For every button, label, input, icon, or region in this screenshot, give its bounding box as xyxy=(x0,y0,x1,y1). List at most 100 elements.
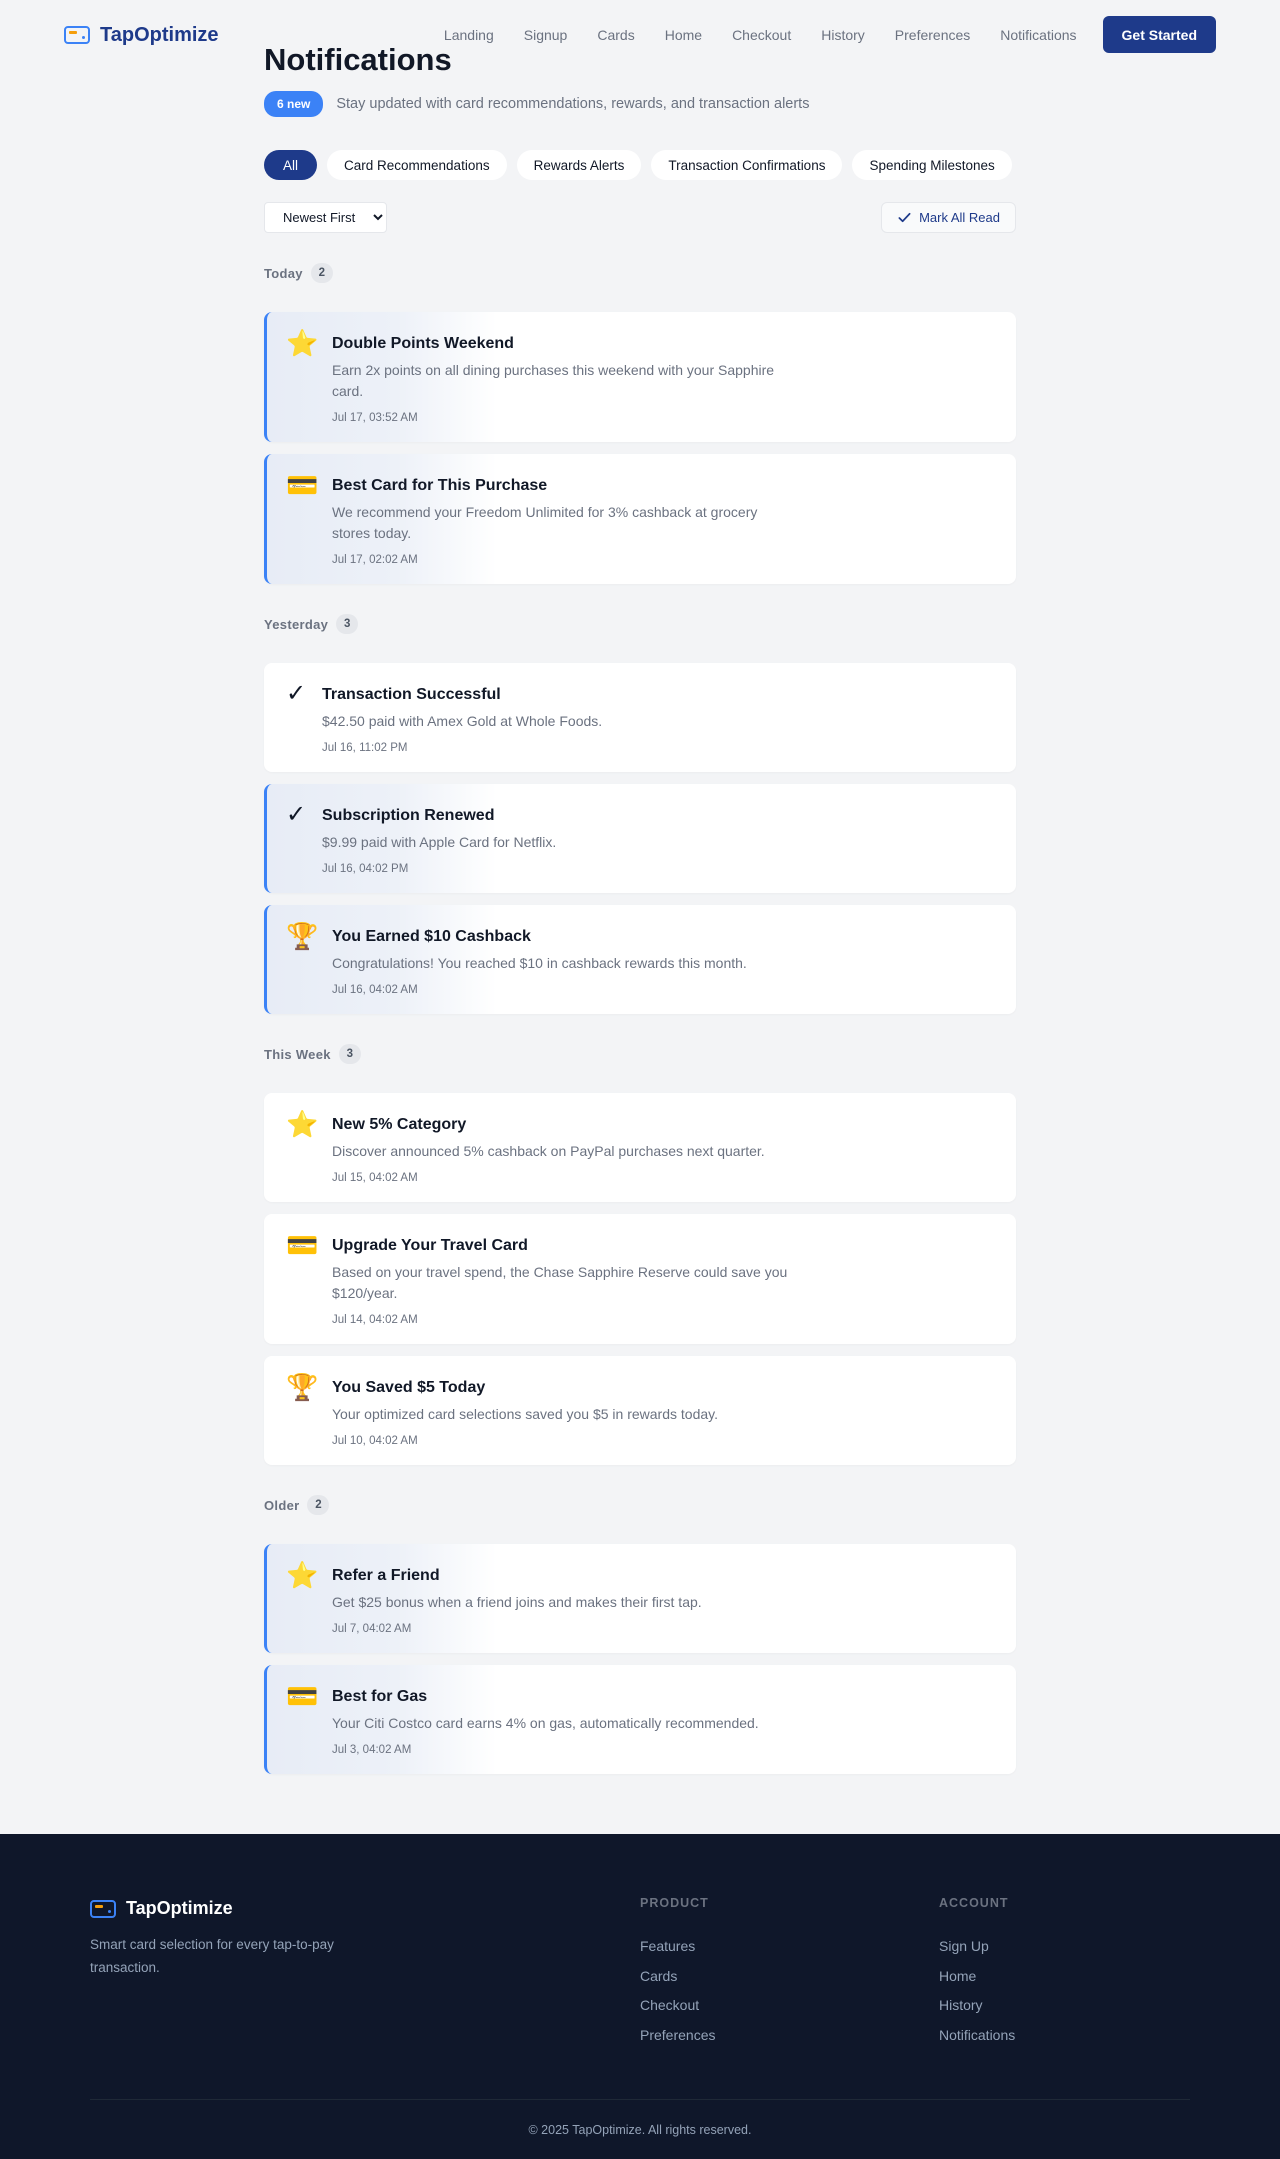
checkmark-icon: ✓ xyxy=(286,801,307,828)
footer-link-preferences[interactable]: Preferences xyxy=(640,2027,715,2043)
footer-link-home[interactable]: Home xyxy=(939,1968,1015,1984)
footer-brand-name: TapOptimize xyxy=(126,1898,233,1918)
brand-name: TapOptimize xyxy=(100,23,219,46)
notification-message: Congratulations! You reached $10 in cash… xyxy=(332,955,747,971)
nav-link-signup[interactable]: Signup xyxy=(524,27,568,43)
filter-chip-spending-milestones[interactable]: Spending Milestones xyxy=(852,150,1012,180)
notification-timestamp: Jul 3, 04:02 AM xyxy=(332,1744,412,1756)
group-count-badge: 2 xyxy=(310,263,333,283)
notification-timestamp: Jul 17, 02:02 AM xyxy=(332,554,418,566)
mark-all-read-button[interactable]: Mark All Read xyxy=(881,202,1016,233)
notification-card[interactable]: ✓ Transaction Successful $42.50 paid with … xyxy=(264,663,1016,772)
nav-link-cards[interactable]: Cards xyxy=(597,27,634,43)
notification-message: Get $25 bonus when a friend joins and ma… xyxy=(332,1594,702,1610)
notification-timestamp: Jul 16, 11:02 PM xyxy=(322,742,408,754)
notification-message: $42.50 paid with Amex Gold at Whole Food… xyxy=(322,713,603,729)
notification-title: You Earned $10 Cashback xyxy=(332,928,531,945)
footer-link-cards[interactable]: Cards xyxy=(640,1968,715,1984)
main-nav: Landing Signup Cards Home Checkout Histo… xyxy=(444,16,1216,53)
group-count-badge: 2 xyxy=(307,1495,330,1515)
notification-card[interactable]: ⭐ Double Points Weekend Earn 2x points on … xyxy=(264,312,1016,442)
trophy-icon: 🏆 xyxy=(286,921,319,951)
star-icon: ⭐ xyxy=(286,1560,319,1590)
notification-card[interactable]: 💳 Best Card for This Purchase We recommend… xyxy=(264,454,1016,584)
footer-link-history[interactable]: History xyxy=(939,1997,1015,2013)
notification-timestamp: Jul 17, 03:52 AM xyxy=(332,412,418,424)
filter-chip-rewards-alerts[interactable]: Rewards Alerts xyxy=(516,150,642,180)
notification-body: Best for Gas Your Citi Costco card earns … xyxy=(332,1683,759,1757)
notification-card[interactable]: 💳 Best for Gas Your Citi Costco card earns… xyxy=(264,1665,1016,1774)
brand-logo[interactable]: TapOptimize xyxy=(64,24,219,47)
footer-account-heading: ACCOUNT xyxy=(939,1896,1009,1910)
notification-groups: Today 2 ⭐ Double Points Weekend Earn 2x poin… xyxy=(264,263,1016,1774)
footer-product-heading: PRODUCT xyxy=(640,1896,709,1910)
nav-link-landing[interactable]: Landing xyxy=(444,27,494,43)
notification-timestamp: Jul 7, 04:02 AM xyxy=(332,1623,412,1635)
nav-link-checkout[interactable]: Checkout xyxy=(732,27,791,43)
notification-body: Refer a Friend Get $25 bonus when a frien… xyxy=(332,1562,702,1636)
notification-body: You Saved $5 Today Your optimized card se… xyxy=(332,1374,718,1448)
notification-message: Your Citi Costco card earns 4% on gas, a… xyxy=(332,1715,759,1731)
nav-link-history[interactable]: History xyxy=(821,27,865,43)
notification-timestamp: Jul 16, 04:02 PM xyxy=(322,863,409,875)
notification-title: You Saved $5 Today xyxy=(332,1379,486,1396)
notification-timestamp: Jul 15, 04:02 AM xyxy=(332,1172,418,1184)
nav-link-home[interactable]: Home xyxy=(665,27,702,43)
footer-link-sign-up[interactable]: Sign Up xyxy=(939,1938,1015,1954)
notifications-main: Notifications 6 new Stay updated with ca… xyxy=(264,44,1016,1834)
notification-title: Double Points Weekend xyxy=(332,335,514,352)
notification-card[interactable]: ⭐ Refer a Friend Get $25 bonus when a frie… xyxy=(264,1544,1016,1653)
notification-card[interactable]: ⭐ New 5% Category Discover announced 5% ca… xyxy=(264,1093,1016,1202)
checkmark-icon: ✓ xyxy=(286,680,307,707)
credit-card-icon: 💳 xyxy=(286,1230,319,1260)
notification-card[interactable]: 💳 Upgrade Your Travel Card Based on your t… xyxy=(264,1214,1016,1344)
notification-message: $9.99 paid with Apple Card for Netflix. xyxy=(322,834,557,850)
get-started-button[interactable]: Get Started xyxy=(1102,16,1216,53)
notification-timestamp: Jul 10, 04:02 AM xyxy=(332,1435,418,1447)
footer-link-notifications[interactable]: Notifications xyxy=(939,2027,1015,2043)
credit-card-icon: 💳 xyxy=(286,1681,319,1711)
filter-chip-all[interactable]: All xyxy=(264,150,318,180)
notification-card[interactable]: 🏆 You Saved $5 Today Your optimized card s… xyxy=(264,1356,1016,1465)
new-count-badge: 6 new xyxy=(264,91,324,117)
notification-message: Discover announced 5% cashback on PayPal… xyxy=(332,1143,765,1159)
group-header: This Week 3 xyxy=(264,1044,1016,1064)
checkmark-icon xyxy=(898,212,911,223)
nav-link-preferences[interactable]: Preferences xyxy=(895,27,970,43)
filter-chip-card-recommendations[interactable]: Card Recommendations xyxy=(327,150,507,180)
group-title: This Week xyxy=(264,1046,331,1062)
group-title: Yesterday xyxy=(264,616,329,632)
filter-chip-transaction-confirmations[interactable]: Transaction Confirmations xyxy=(651,150,843,180)
footer-tagline: Smart card selection for every tap-to-pa… xyxy=(90,1937,334,1975)
notification-message: We recommend your Freedom Unlimited for … xyxy=(332,504,758,541)
footer-product-column: PRODUCT Features Cards Checkout Preferen… xyxy=(640,1896,715,2056)
notification-body: Best Card for This Purchase We recommend … xyxy=(332,472,792,567)
notification-body: Subscription Renewed $9.99 paid with Appl… xyxy=(322,802,557,876)
footer-account-column: ACCOUNT Sign Up Home History Notificatio… xyxy=(939,1896,1015,2056)
group-header: Older 2 xyxy=(264,1495,1016,1515)
footer-link-features[interactable]: Features xyxy=(640,1938,715,1954)
nav-link-notifications[interactable]: Notifications xyxy=(1000,27,1076,43)
notification-message: Based on your travel spend, the Chase Sa… xyxy=(332,1264,788,1301)
notification-title: Refer a Friend xyxy=(332,1567,440,1584)
copyright: © 2025 TapOptimize. All rights reserved. xyxy=(528,2123,752,2137)
group-header: Today 2 xyxy=(264,263,1016,283)
star-icon: ⭐ xyxy=(286,1109,319,1139)
mark-all-read-label: Mark All Read xyxy=(919,210,1000,225)
credit-card-logo-icon xyxy=(64,26,90,44)
group-count-badge: 3 xyxy=(336,614,359,634)
notification-title: Upgrade Your Travel Card xyxy=(332,1237,528,1254)
notification-timestamp: Jul 14, 04:02 AM xyxy=(332,1314,418,1326)
notification-title: Best Card for This Purchase xyxy=(332,477,548,494)
list-controls: Newest First Mark All Read xyxy=(264,202,1016,233)
filter-chips: All Card Recommendations Rewards Alerts … xyxy=(264,150,1016,180)
notification-message: Your optimized card selections saved you… xyxy=(332,1406,718,1422)
footer-brand: TapOptimize Smart card selection for eve… xyxy=(90,1898,390,2099)
sort-select[interactable]: Newest First xyxy=(264,202,387,233)
notification-title: Best for Gas xyxy=(332,1688,428,1705)
group-count-badge: 3 xyxy=(338,1044,361,1064)
footer-link-checkout[interactable]: Checkout xyxy=(640,1997,715,2013)
notification-card[interactable]: ✓ Subscription Renewed $9.99 paid with App… xyxy=(264,784,1016,893)
notification-card[interactable]: 🏆 You Earned $10 Cashback Congratulations!… xyxy=(264,905,1016,1014)
group-title: Today xyxy=(264,265,303,281)
